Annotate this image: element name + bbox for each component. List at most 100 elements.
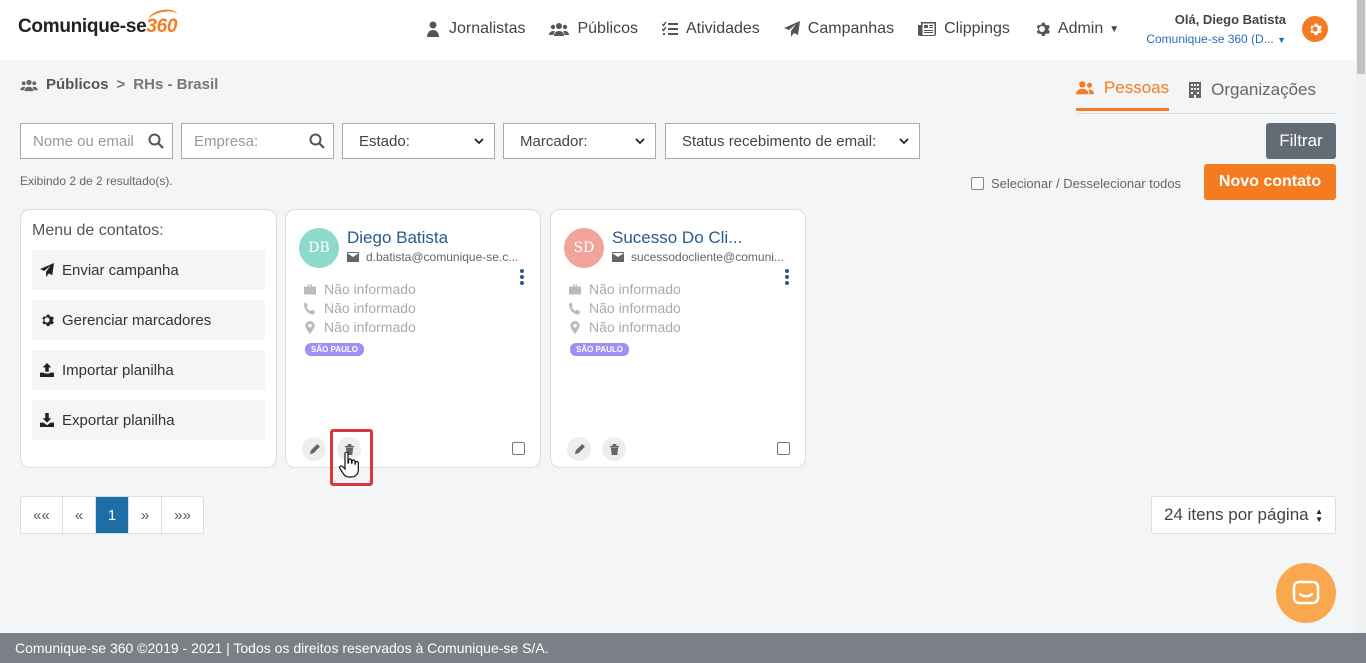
nav-atividades[interactable]: Atividades xyxy=(661,20,760,38)
chevron-down-icon xyxy=(474,138,484,145)
contact-card: DB Diego Batista d.batista@comunique-se.… xyxy=(285,209,541,468)
contact-email: sucessodocliente@comuni... xyxy=(612,250,792,264)
email-text: d.batista@comunique-se.c... xyxy=(366,250,519,264)
gear-icon xyxy=(1310,23,1322,36)
page-last[interactable]: »» xyxy=(162,497,203,533)
send-campaign-button[interactable]: Enviar campanha xyxy=(32,250,265,290)
new-contact-button[interactable]: Novo contato xyxy=(1204,164,1336,200)
newspaper-icon xyxy=(918,22,937,36)
manage-tags-button[interactable]: Gerenciar marcadores xyxy=(32,300,265,340)
company-selector[interactable]: Comunique-se 360 (D... ▼ xyxy=(1146,32,1286,46)
more-options-icon[interactable] xyxy=(519,269,525,285)
menu-item-label: Gerenciar marcadores xyxy=(62,311,212,329)
scrollbar-thumb[interactable] xyxy=(1357,0,1365,74)
pagination: «« « 1 » »» xyxy=(20,496,204,534)
contact-checkbox[interactable] xyxy=(777,442,790,455)
search-icon[interactable] xyxy=(148,133,164,149)
chat-widget-button[interactable] xyxy=(1276,563,1336,623)
page-first[interactable]: «« xyxy=(21,497,63,533)
state-select[interactable]: Estado: xyxy=(342,123,495,159)
nav-publicos[interactable]: Públicos xyxy=(549,20,638,38)
briefcase-icon xyxy=(304,284,316,294)
page-current[interactable]: 1 xyxy=(96,497,129,533)
footer: Comunique-se 360 ©2019 - 2021 | Todos os… xyxy=(0,633,1366,663)
tasks-icon xyxy=(661,21,678,35)
gear-icon xyxy=(1036,22,1050,36)
contact-email: d.batista@comunique-se.c... xyxy=(347,250,527,264)
contact-name[interactable]: Diego Batista xyxy=(347,228,448,248)
sort-arrows-icon: ▲ ▼ xyxy=(1315,507,1323,524)
download-icon xyxy=(40,413,54,427)
delete-contact-button[interactable] xyxy=(602,437,626,461)
nav-label: Jornalistas xyxy=(449,20,526,37)
company-text: Não informado xyxy=(324,281,416,297)
location-text: Não informado xyxy=(589,319,681,335)
tab-divider xyxy=(1077,113,1336,114)
more-options-icon[interactable] xyxy=(784,269,790,285)
envelope-icon xyxy=(612,252,624,262)
tag-select[interactable]: Marcador: xyxy=(503,123,656,159)
user-menu[interactable]: Olá, Diego Batista Comunique-se 360 (D..… xyxy=(1146,12,1286,46)
briefcase-icon xyxy=(569,284,581,294)
contact-phone: Não informado xyxy=(304,300,416,316)
menu-item-label: Enviar campanha xyxy=(62,261,179,279)
nav-clippings[interactable]: Clippings xyxy=(918,20,1010,38)
avatar: SD xyxy=(564,228,604,268)
menu-item-label: Exportar planilha xyxy=(62,411,175,429)
search-icon[interactable] xyxy=(309,133,325,149)
menu-item-label: Importar planilha xyxy=(62,361,174,379)
nav-label: Admin xyxy=(1057,20,1104,37)
company-name: Comunique-se 360 (D... xyxy=(1146,32,1274,46)
nav-admin[interactable]: Admin ▼ xyxy=(1034,20,1119,38)
users-icon xyxy=(549,23,570,36)
nav-label: Clippings xyxy=(944,20,1010,37)
state-select-value: Estado: xyxy=(359,132,410,150)
export-spreadsheet-button[interactable]: Exportar planilha xyxy=(32,400,265,440)
chevron-down-icon xyxy=(635,138,645,145)
user-tie-icon xyxy=(427,21,439,37)
email-status-select[interactable]: Status recebimento de email: xyxy=(665,123,920,159)
logo-number: 360 xyxy=(146,16,178,37)
select-all-checkbox[interactable] xyxy=(971,177,984,190)
gear-icon xyxy=(42,314,54,327)
edit-contact-button[interactable] xyxy=(302,437,326,461)
nav-campanhas[interactable]: Campanhas xyxy=(783,20,894,38)
nav-jornalistas[interactable]: Jornalistas xyxy=(425,20,525,38)
contact-tag[interactable]: SÃO PAULO xyxy=(570,343,629,356)
location-text: Não informado xyxy=(324,319,416,335)
page-prev[interactable]: « xyxy=(63,497,96,533)
phone-text: Não informado xyxy=(324,300,416,316)
page-scrollbar[interactable] xyxy=(1356,0,1366,633)
page-next[interactable]: » xyxy=(129,497,162,533)
nav-label: Públicos xyxy=(577,20,638,37)
logo[interactable]: Comunique-se360 xyxy=(18,16,177,38)
select-all: Selecionar / Desselecionar todos xyxy=(971,176,1181,191)
company-filter xyxy=(181,123,334,159)
breadcrumb-publicos[interactable]: Públicos xyxy=(46,76,109,93)
map-marker-icon xyxy=(570,320,580,334)
contact-company: Não informado xyxy=(569,281,681,297)
hand-cursor-icon xyxy=(339,452,359,478)
map-marker-icon xyxy=(305,320,315,334)
select-all-label[interactable]: Selecionar / Desselecionar todos xyxy=(991,176,1181,191)
contact-tag[interactable]: SÃO PAULO xyxy=(305,343,364,356)
pencil-icon xyxy=(309,443,320,454)
name-email-input[interactable] xyxy=(21,132,148,150)
name-email-filter xyxy=(20,123,173,159)
trash-icon xyxy=(609,443,619,455)
contact-location: Não informado xyxy=(304,319,416,335)
phone-icon xyxy=(569,302,580,314)
contact-checkbox[interactable] xyxy=(512,442,525,455)
company-text: Não informado xyxy=(589,281,681,297)
settings-button[interactable] xyxy=(1302,16,1328,42)
users-icon xyxy=(20,79,38,91)
tab-organizacoes[interactable]: Organizações xyxy=(1189,78,1316,111)
tab-pessoas[interactable]: Pessoas xyxy=(1075,78,1170,111)
import-spreadsheet-button[interactable]: Importar planilha xyxy=(32,350,265,390)
per-page-select[interactable]: 24 itens por página ▲ ▼ xyxy=(1151,496,1336,534)
edit-contact-button[interactable] xyxy=(567,437,591,461)
filter-button[interactable]: Filtrar xyxy=(1266,123,1336,159)
contact-name[interactable]: Sucesso Do Cli... xyxy=(612,228,742,248)
contacts-menu: Menu de contatos: Enviar campanha Gerenc… xyxy=(20,209,277,468)
company-input[interactable] xyxy=(182,132,309,150)
